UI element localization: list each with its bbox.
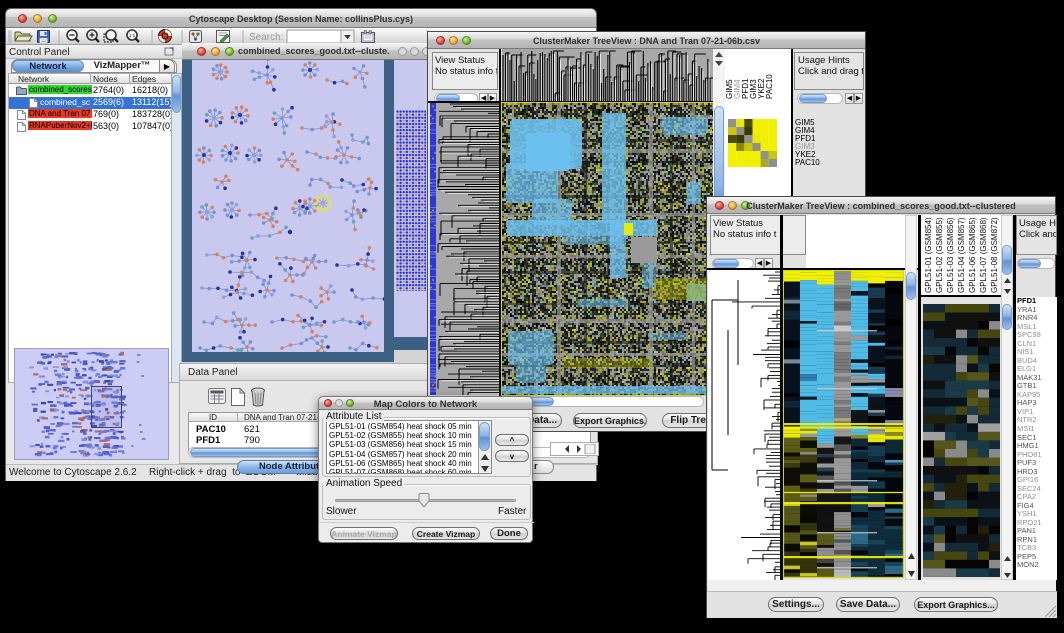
svg-text:GPL51-03 (GSM856): GPL51-03 (GSM856) — [946, 217, 955, 293]
svg-text:GPL51-06 (GSM865): GPL51-06 (GSM865) — [968, 217, 977, 293]
svg-text:GPL51-01 (GSM854): GPL51-01 (GSM854) — [924, 217, 933, 293]
svg-text:GPL51-02 (GSM855): GPL51-02 (GSM855) — [935, 217, 944, 293]
svg-text:1:1: 1:1 — [129, 33, 136, 38]
svg-text:Search:: Search: — [249, 32, 283, 43]
svg-text:PAC10: PAC10 — [765, 74, 774, 99]
svg-text:GPL51-08 (GSM872): GPL51-08 (GSM872) — [990, 217, 999, 293]
svg-text:GPL51-07 (GSM868): GPL51-07 (GSM868) — [979, 217, 988, 293]
svg-text:GPL51-04 (GSM857): GPL51-04 (GSM857) — [957, 217, 966, 293]
